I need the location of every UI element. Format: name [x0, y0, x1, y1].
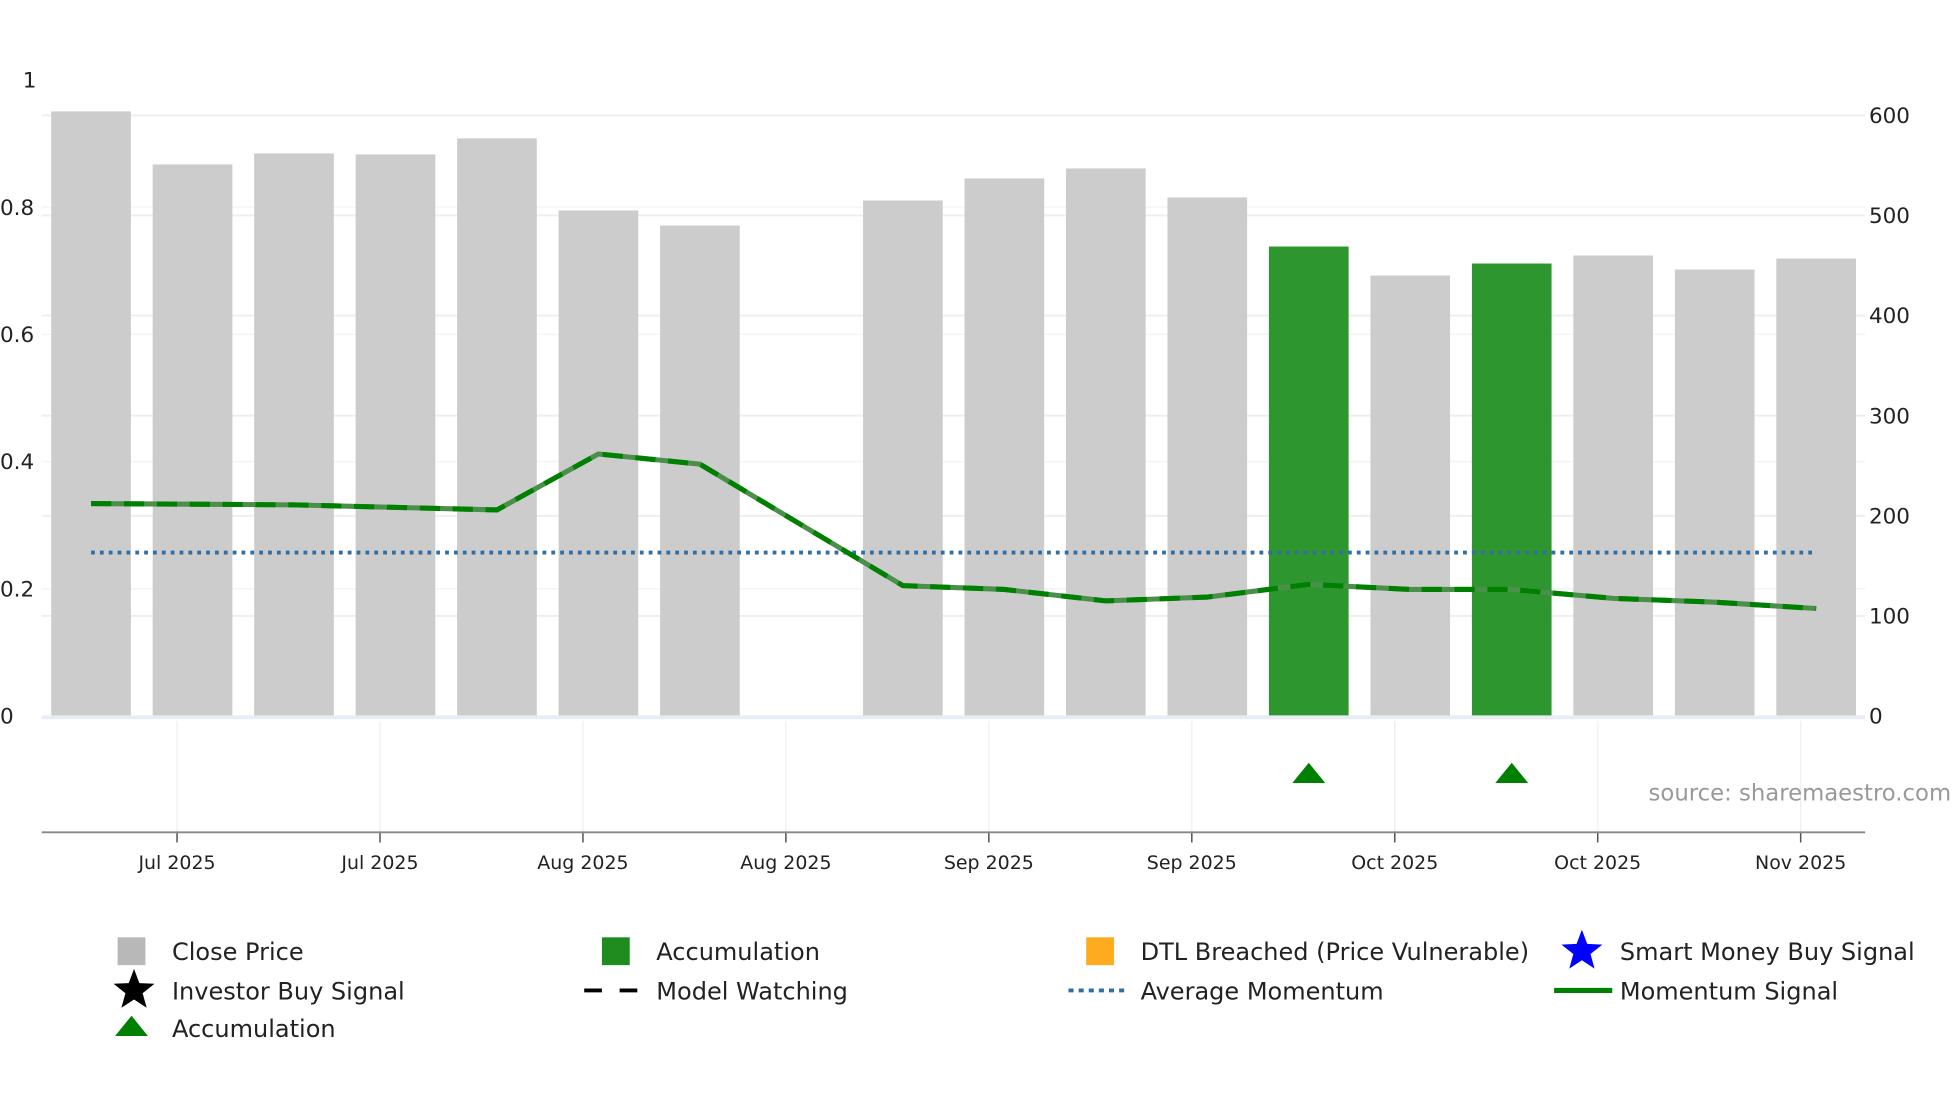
x-tick-label: Sep 2025 [1147, 852, 1237, 874]
bars [41, 111, 1866, 720]
right-axis-tick: 500 [1869, 204, 1910, 229]
legend-label: Average Momentum [1141, 977, 1384, 1005]
right-axis-tick: 200 [1869, 504, 1910, 529]
x-tick-label: Oct 2025 [1554, 852, 1641, 874]
close-price-bar [660, 225, 740, 717]
momentum-signal-line [91, 451, 1817, 612]
close-price-bar [1370, 275, 1451, 717]
close-price-bar [1573, 255, 1654, 717]
triangle-icon [115, 1015, 148, 1036]
chart: 0 0.2 0.4 0.6 0.8 1 0 100 200 300 400 500 600 Jul 20… [0, 69, 1952, 1044]
close-price-bar [355, 154, 436, 717]
x-tick-label: Sep 2025 [944, 852, 1034, 874]
accumulation-marker-icon [1292, 762, 1326, 784]
close-price-bar [1674, 269, 1755, 717]
accumulation-bar [1471, 263, 1552, 717]
close-price-bar [51, 111, 131, 717]
close-price-bar [863, 200, 943, 717]
left-axis-tick: 0.2 [0, 577, 34, 602]
green-square-icon [601, 937, 630, 966]
left-axis-tick: 0 [0, 705, 14, 730]
accumulation-marker-icon [1495, 762, 1529, 784]
x-tick-label: Aug 2025 [740, 852, 831, 874]
right-axis-tick: 0 [1869, 705, 1883, 730]
right-axis-tick: 300 [1869, 404, 1910, 429]
legend-label: Close Price [172, 938, 304, 966]
x-tick-label: Jul 2025 [137, 852, 215, 874]
legend-label: Smart Money Buy Signal [1620, 938, 1915, 966]
gray-square-icon [117, 937, 146, 966]
blue-star-icon [1561, 929, 1603, 969]
left-axis-tick: 0.6 [0, 323, 34, 348]
x-tick-label: Oct 2025 [1351, 852, 1438, 874]
close-price-bar [558, 210, 639, 717]
left-axis-tick: 0.8 [0, 196, 34, 221]
accumulation-bar [1268, 246, 1349, 717]
legend-label: Momentum Signal [1620, 977, 1838, 1005]
legend-label: Investor Buy Signal [172, 977, 405, 1005]
close-price-bar [1776, 258, 1856, 717]
lines [90, 451, 1817, 612]
right-axis-tick: 100 [1869, 604, 1910, 629]
close-price-bar [254, 153, 334, 717]
legend-label: DTL Breached (Price Vulnerable) [1141, 938, 1529, 966]
legend: Close Price Accumulation DTL Breached (Pri… [113, 929, 1915, 1043]
close-price-bar [457, 138, 537, 717]
right-axis-tick: 400 [1869, 304, 1910, 329]
legend-label: Accumulation [656, 938, 820, 966]
left-axis-tick: 0.4 [0, 450, 34, 475]
source-annotation: source: sharemaestro.com [1649, 781, 1952, 807]
close-price-bar [964, 178, 1045, 717]
x-tick-label: Aug 2025 [537, 852, 628, 874]
close-price-bar [1065, 168, 1146, 717]
close-price-bar [1167, 197, 1248, 717]
x-tick-label: Nov 2025 [1755, 852, 1846, 874]
close-price-bar [152, 164, 233, 717]
black-star-icon [113, 968, 155, 1008]
legend-label: Model Watching [656, 977, 848, 1005]
orange-square-icon [1086, 937, 1115, 966]
legend-label: Accumulation [172, 1015, 336, 1043]
right-axis-tick: 600 [1869, 104, 1910, 129]
signal-panel: Jul 2025 Jul 2025 Aug 2025 Aug 2025 Sep 2025… [41, 721, 1866, 874]
left-axis-tick: 1 [23, 69, 37, 94]
x-tick-label: Jul 2025 [340, 852, 418, 874]
